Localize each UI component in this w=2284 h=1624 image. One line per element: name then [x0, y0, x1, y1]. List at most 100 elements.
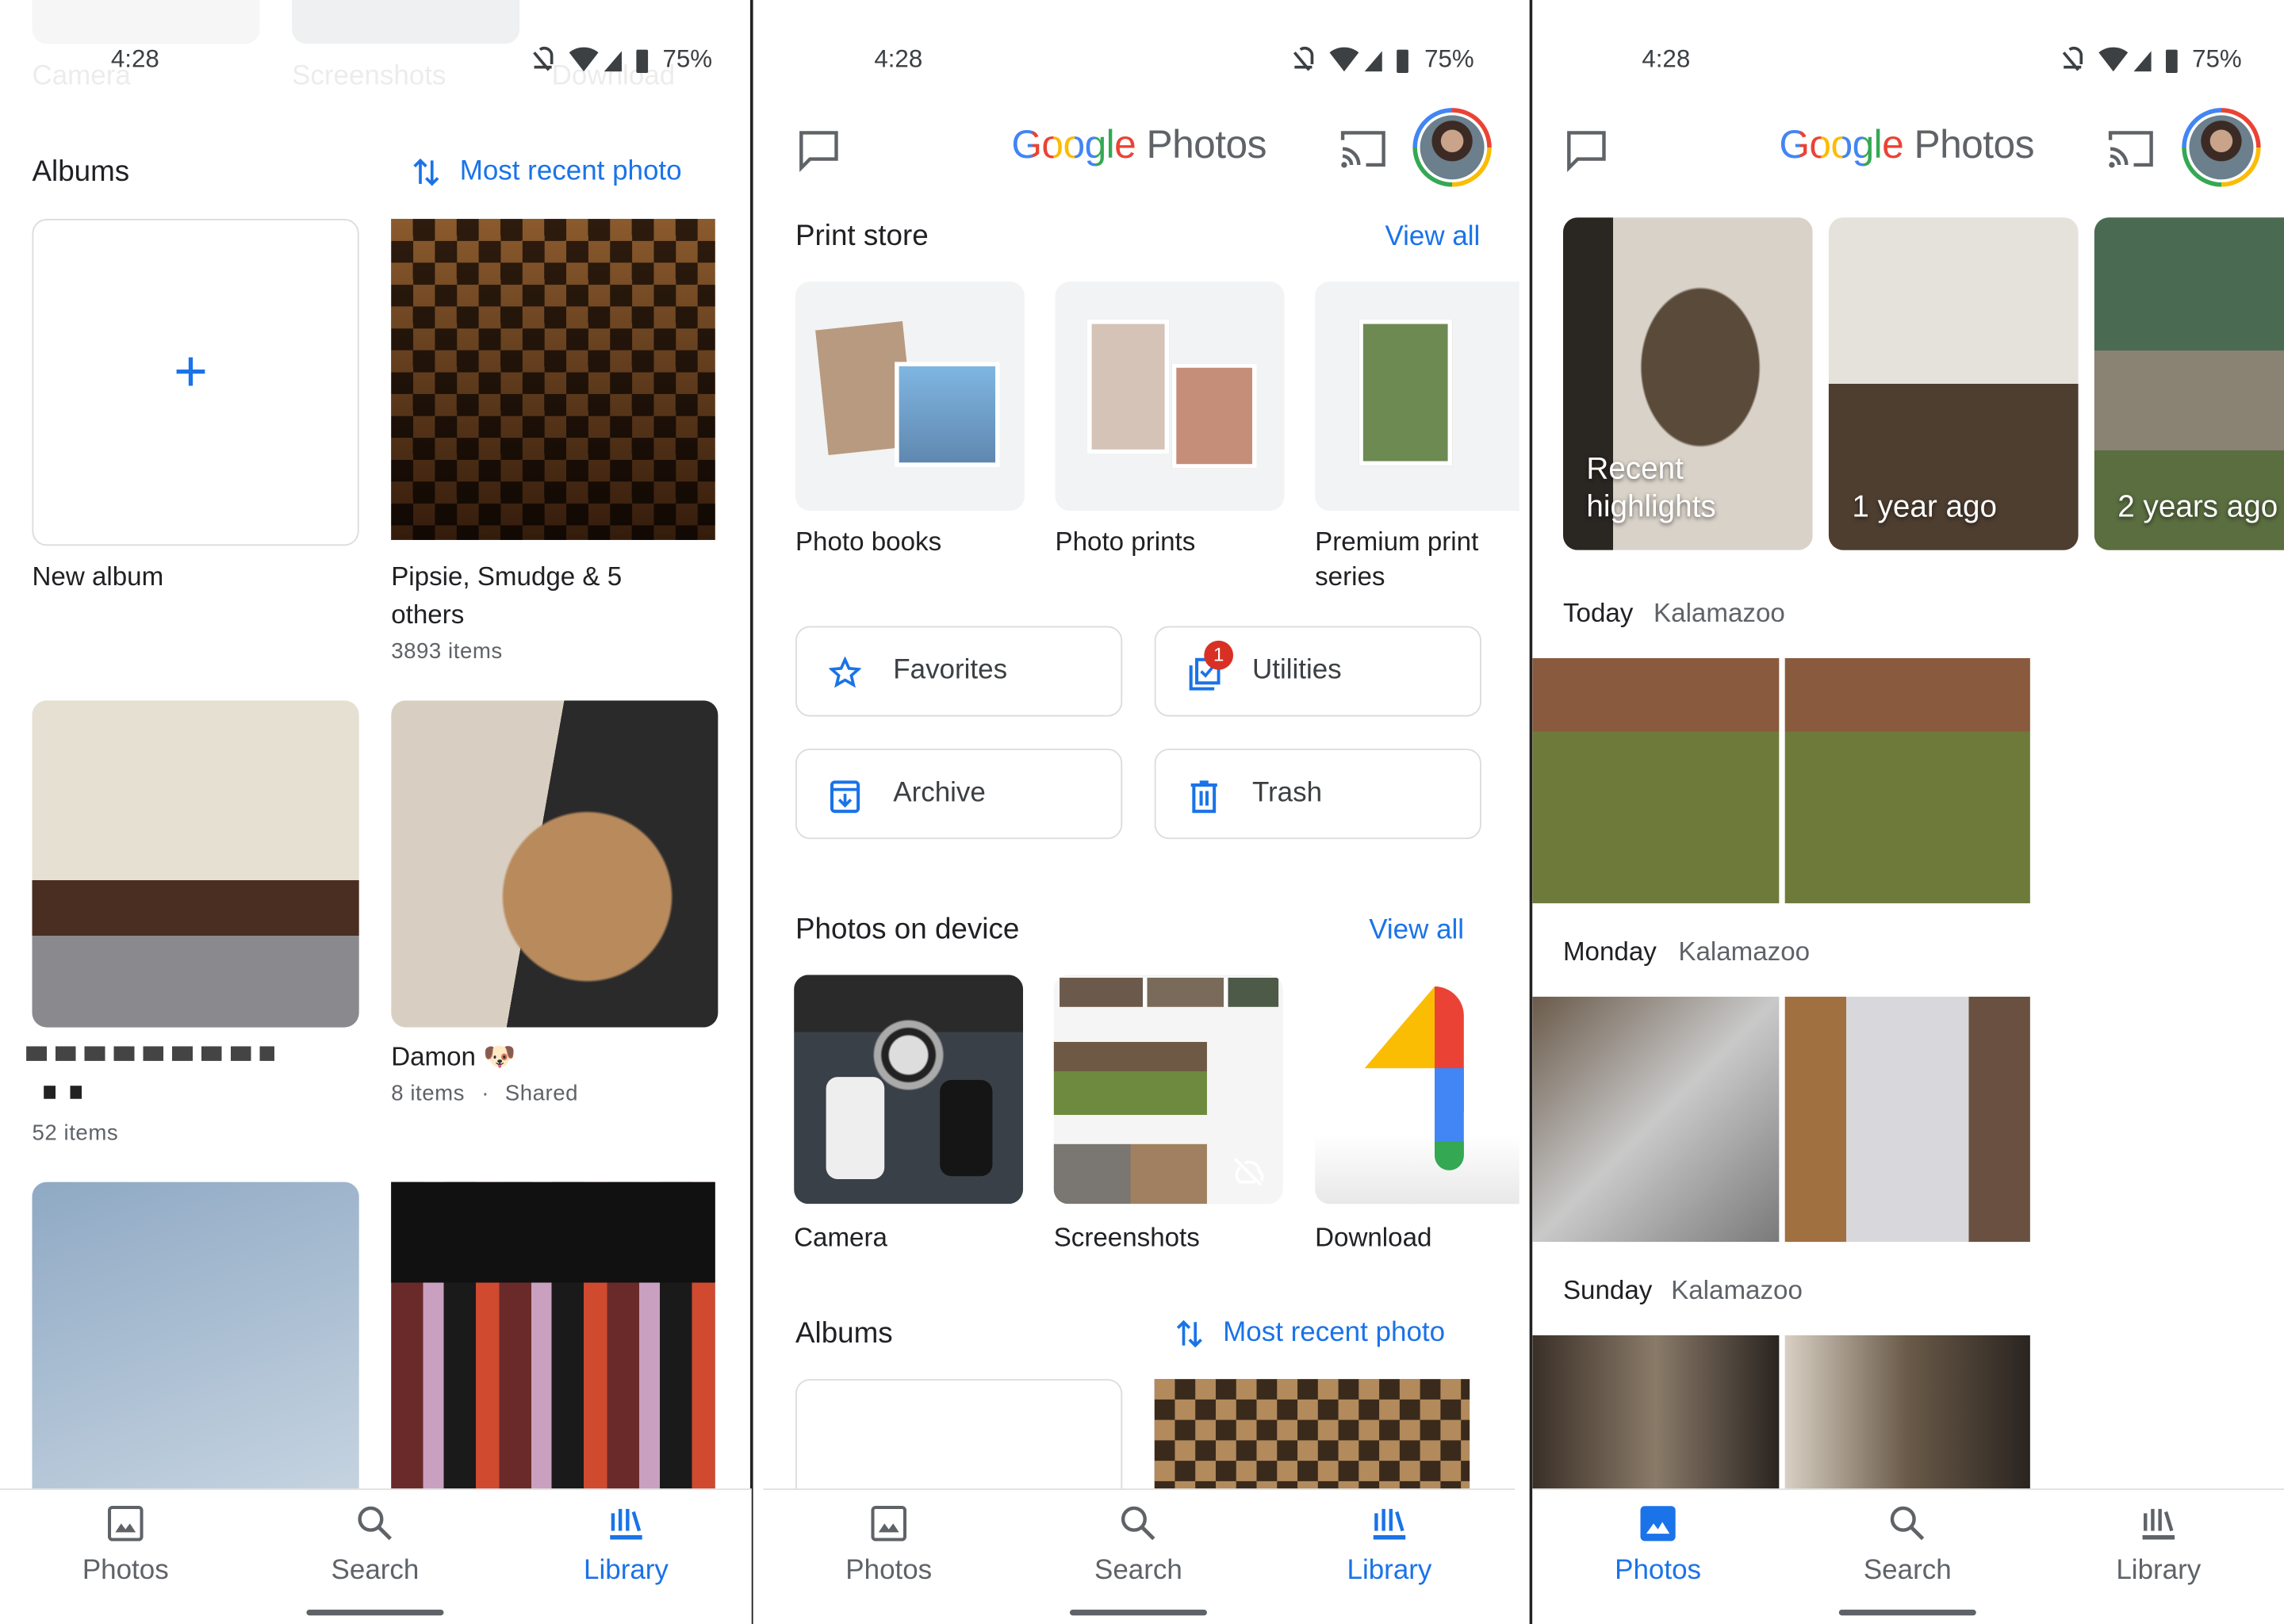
album-count: 3893 items [391, 639, 503, 665]
status-icons [528, 44, 660, 83]
status-icons [1289, 44, 1420, 83]
print-item-label: series [1315, 561, 1385, 592]
home-indicator[interactable] [1838, 1609, 1976, 1616]
google-photos-logo: Google Photos [1011, 123, 1267, 168]
battery-percent: 75% [662, 45, 713, 74]
memory-2-years-ago[interactable]: 2 years ago [2094, 217, 2284, 550]
album-title: others [391, 599, 465, 630]
photo-thumbnail[interactable] [1784, 996, 2030, 1243]
print-store-view-all-link[interactable]: View all [1385, 222, 1480, 254]
photo-thumbnail[interactable] [1784, 657, 2030, 904]
album-cover-pipsie[interactable] [391, 219, 715, 540]
logo-google: Google [1011, 122, 1136, 167]
faded-label: Screenshots [292, 61, 446, 92]
photo-thumbnail[interactable] [1532, 657, 1780, 904]
new-album-button[interactable]: + [32, 219, 359, 546]
account-avatar[interactable] [2182, 108, 2261, 187]
nav-tab-photos[interactable]: Photos [1570, 1504, 1746, 1588]
screenshots-folder-thumb[interactable] [1053, 975, 1283, 1205]
album-title: Damon 🐶 [391, 1041, 516, 1071]
search-icon [1890, 1506, 1925, 1541]
sort-label: Most recent photo [459, 155, 682, 187]
location-label: Kalamazoo [1654, 598, 1785, 628]
premium-print-series-card[interactable] [1315, 282, 1519, 511]
faded-screenshots-thumb [292, 0, 520, 44]
photos-panel: 4:28 75% Google Photos Recent highlights… [1532, 0, 2284, 1624]
memory-1-year-ago[interactable]: 1 year ago [1828, 217, 2079, 550]
nav-tab-photos[interactable]: Photos [38, 1504, 213, 1588]
nav-tab-library[interactable]: Library [538, 1504, 714, 1588]
memory-label: highlights [1586, 490, 1716, 524]
print-store-heading: Print store [795, 220, 929, 253]
album-title: New album [32, 561, 164, 592]
account-avatar[interactable] [1412, 108, 1492, 187]
home-indicator[interactable] [1069, 1609, 1207, 1616]
album-cover-pixelated[interactable] [391, 1182, 715, 1518]
favorites-button[interactable]: Favorites [795, 626, 1123, 717]
battery-percent: 75% [2192, 45, 2242, 74]
location-label: Kalamazoo [1671, 1275, 1803, 1305]
nav-label: Photos [1615, 1555, 1702, 1587]
status-time: 4:28 [110, 45, 159, 74]
nav-tab-search[interactable]: Search [1051, 1504, 1226, 1588]
cast-icon[interactable] [1339, 128, 1386, 170]
utilities-button[interactable]: 1 Utilities [1154, 626, 1481, 717]
memory-recent-highlights[interactable]: Recent highlights [1562, 217, 1813, 550]
status-bar-icons [533, 46, 649, 74]
device-view-all-link[interactable]: View all [1369, 915, 1464, 947]
library-panel-scrolled: Camera Screenshots Download 4:28 75% Alb… [0, 0, 752, 1624]
photo-thumbnail[interactable] [1532, 996, 1780, 1243]
photo-thumbnail[interactable] [1784, 1335, 2030, 1511]
logo-photos: Photos [1146, 122, 1267, 167]
button-label: Utilities [1251, 655, 1342, 686]
star-icon [829, 657, 861, 688]
nav-label: Library [1347, 1555, 1432, 1587]
photos-icon [1640, 1506, 1676, 1542]
sort-albums-button[interactable]: Most recent photo [1175, 1316, 1445, 1358]
nav-label: Search [1094, 1555, 1182, 1587]
nav-tab-library[interactable]: Library [1302, 1504, 1477, 1588]
album-cover-apartment[interactable] [32, 700, 359, 1028]
location-label: Kalamazoo [1678, 936, 1811, 967]
button-label: Favorites [893, 655, 1008, 686]
nav-label: Photos [845, 1555, 933, 1587]
redacted-album-title [26, 1046, 274, 1061]
nav-tab-search[interactable]: Search [288, 1504, 463, 1588]
messages-icon[interactable] [1565, 128, 1608, 172]
nav-label: Library [2116, 1555, 2202, 1587]
bottom-navigation: Photos Search Library [0, 1488, 752, 1624]
archive-button[interactable]: Archive [795, 749, 1123, 840]
status-time: 4:28 [1642, 45, 1691, 74]
google-one-logo [1364, 986, 1464, 1170]
sort-icon [1176, 1320, 1202, 1348]
search-icon [358, 1506, 392, 1541]
nav-label: Photos [82, 1555, 169, 1587]
logo-google: Google [1779, 122, 1904, 167]
home-indicator[interactable] [306, 1609, 444, 1616]
nav-tab-photos[interactable]: Photos [801, 1504, 976, 1588]
album-cover-damon[interactable] [391, 700, 719, 1028]
sort-albums-button[interactable]: Most recent photo [412, 155, 682, 197]
nav-tab-search[interactable]: Search [1820, 1504, 1995, 1588]
download-folder-thumb[interactable] [1315, 975, 1519, 1205]
album-count: 52 items [32, 1120, 119, 1146]
logo-photos: Photos [1914, 122, 2034, 167]
photo-thumbnail[interactable] [1532, 1335, 1780, 1511]
notification-badge: 1 [1204, 640, 1234, 670]
cast-icon[interactable] [2107, 128, 2154, 170]
album-cover-helicopter[interactable] [32, 1182, 359, 1518]
separator-dot: · [481, 1081, 490, 1106]
camera-folder-thumb[interactable] [794, 975, 1024, 1205]
nav-label: Library [584, 1555, 669, 1587]
panel-divider [749, 0, 753, 1624]
trash-button[interactable]: Trash [1154, 749, 1481, 840]
print-item-label: Photo prints [1055, 527, 1196, 557]
nav-tab-library[interactable]: Library [2071, 1504, 2246, 1588]
photo-prints-card[interactable] [1055, 282, 1285, 511]
status-icons [2058, 44, 2190, 83]
archive-icon [830, 780, 860, 814]
photo-books-card[interactable] [795, 282, 1025, 511]
memory-label: Recent [1586, 452, 1684, 486]
nav-label: Search [1863, 1555, 1952, 1587]
messages-icon[interactable] [797, 128, 841, 172]
